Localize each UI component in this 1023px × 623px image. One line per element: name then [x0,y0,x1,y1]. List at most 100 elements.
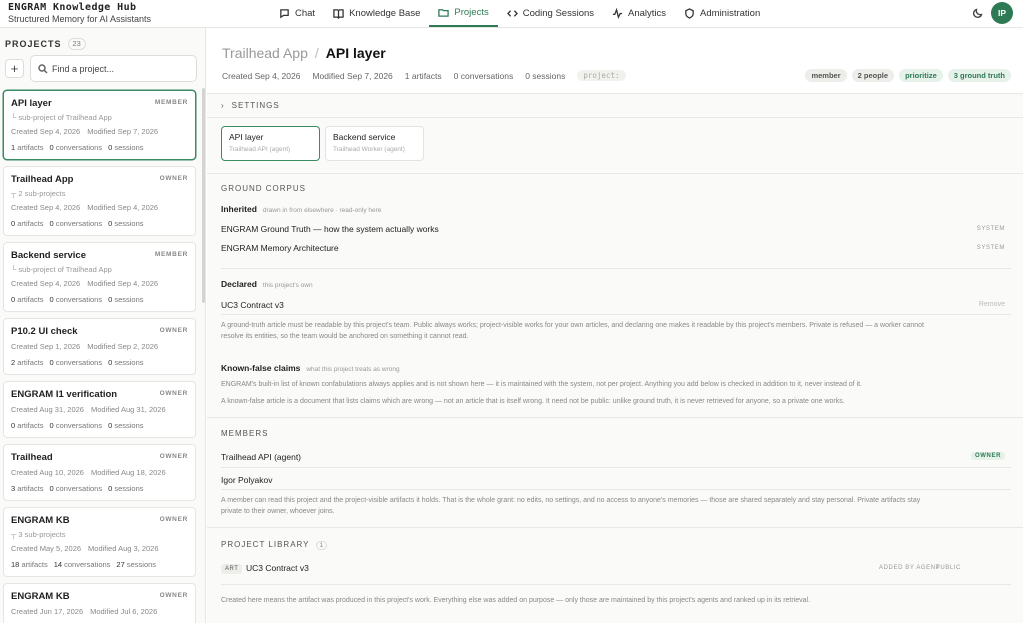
created-date: Created Aug 31, 2026 [11,405,84,414]
settings-label: SETTINGS [231,101,280,110]
artifacts-label: artifacts [21,560,48,569]
source-badge: SYSTEM [976,226,1005,232]
project-card[interactable]: API layer MEMBER └ sub-project of Trailh… [3,90,196,160]
ground-truth-explainer: A ground-truth article must be readable … [221,320,1011,342]
project-card[interactable]: Trailhead OWNER Created Aug 10, 2026 Modi… [3,444,196,501]
visibility-label: PUBLIC [935,565,961,571]
library-count-badge: 1 [315,541,328,550]
nav-label: Projects [454,7,489,18]
conversations-count: 0 [49,219,54,228]
created-date: Created May 5, 2026 [11,544,82,553]
remove-button[interactable]: Remove [979,301,1005,308]
source-badge: SYSTEM [976,245,1005,251]
projects-sidebar: PROJECTS 23 + API layer MEMBER └ sub-pro… [0,28,206,623]
modified-date: Modified Jul 6, 2026 [90,607,158,616]
sessions-count: 27 [116,560,125,569]
project-stats: 18 artifacts 14 conversations 27 sessions [11,559,188,576]
project-stats: 3 artifacts 0 conversations 0 sessions [11,483,188,500]
add-project-button[interactable]: + [5,59,24,78]
settings-toggle[interactable]: › SETTINGS [221,101,280,110]
explainer-line: A member can read this project and the p… [221,497,921,504]
subproject-agent: Trailhead API (agent) [229,146,291,153]
project-dates: Created Jun 17, 2026 Modified Jul 6, 2026 [11,606,188,617]
modified-date: Modified Sep 7, 2026 [312,70,393,81]
project-card[interactable]: ENGRAM KB OWNER ┬ 3 sub-projects Created… [3,507,196,577]
sessions-label: sessions [114,219,144,228]
brand[interactable]: ENGRAM Knowledge Hub Structured Memory f… [8,2,151,25]
artifacts-count: 1 [11,143,16,152]
theme-toggle[interactable] [972,7,984,19]
nav-label: Administration [700,8,761,19]
conversations-count: 0 [49,484,54,493]
nav-chat[interactable]: Chat [270,0,324,27]
brand-title: ENGRAM Knowledge Hub [8,2,137,13]
project-card[interactable]: Backend service MEMBER └ sub-project of … [3,242,196,312]
project-list: API layer MEMBER └ sub-project of Trailh… [3,90,196,623]
declared-heading: Declared this project's own [221,279,313,289]
sessions-count: 0 [108,358,113,367]
subproject-name: Backend service [333,132,396,142]
search-icon [38,64,48,74]
conversations-label: conversations [64,560,111,569]
project-relation: └ sub-project of Trailhead App [11,113,112,122]
nav-analytics[interactable]: Analytics [603,0,675,27]
breadcrumb-parent[interactable]: Trailhead App [222,45,308,61]
artifacts-count: 18 [11,560,20,569]
code-icon [506,10,518,17]
divider [207,173,1023,174]
inherited-item[interactable]: ENGRAM Memory Architecture [221,243,339,253]
project-count-badge: 23 [67,38,86,50]
role-badge: OWNER [159,453,188,460]
member-row[interactable]: Igor Polyakov [221,475,273,485]
subproject-name: API layer [229,132,264,142]
known-false-label: Known-false claims [221,363,301,373]
search-input[interactable] [52,61,192,77]
project-card[interactable]: P10.2 UI check OWNER Created Sep 1, 2026… [3,318,196,375]
project-card[interactable]: ENGRAM I1 verification OWNER Created Aug… [3,381,196,438]
nav-administration[interactable]: Administration [675,0,769,27]
ground-truth-tag: 3 ground truth [947,69,1011,82]
nav-knowledge-base[interactable]: Knowledge Base [324,0,429,27]
shield-icon [685,8,694,19]
project-detail: Trailhead App / API layer Created Sep 4,… [207,28,1023,623]
subproject-tab-backend-service[interactable]: Backend service Trailhead Worker (agent) [325,126,424,161]
role-badge: MEMBER [154,99,188,106]
library-item[interactable]: UC3 Contract v3 [246,563,309,573]
avatar[interactable]: IP [991,2,1013,24]
inherited-item[interactable]: ENGRAM Ground Truth — how the system act… [221,224,439,234]
nav-coding-sessions[interactable]: Coding Sessions [498,0,603,27]
artifacts-count: 1 artifacts [404,70,442,81]
project-tags: member 2 people prioritize 3 ground trut… [805,69,1011,82]
project-card[interactable]: Trailhead App OWNER ┬ 2 sub-projects Cre… [3,166,196,236]
role-badge: MEMBER [154,251,188,258]
sessions-count: 0 sessions [525,70,566,81]
project-stats: 0 artifacts 0 conversations 0 sessions [11,294,188,311]
declared-item[interactable]: UC3 Contract v3 [221,300,284,310]
top-bar: ENGRAM Knowledge Hub Structured Memory f… [0,0,1023,28]
chevron-right-icon: › [221,101,225,110]
conversations-count: 0 conversations [453,70,514,81]
sessions-count: 0 [108,143,113,152]
added-by-label: ADDED BY AGENT [879,565,940,571]
explainer-line: resolve its entities, so the team would … [221,333,469,340]
project-code-chip[interactable]: project: [577,70,626,81]
artifacts-label: artifacts [17,421,44,430]
conversations-label: conversations [55,295,103,304]
project-stats: 0 artifacts 0 conversations 0 sessions [11,420,188,437]
project-card[interactable]: ENGRAM KB OWNER Created Jun 17, 2026 Modi… [3,583,196,623]
project-relation: ┬ 2 sub-projects [11,189,66,198]
inherited-note: drawn in from elsewhere · read-only here [262,207,382,214]
brand-subtitle: Structured Memory for AI Assistants [8,14,152,24]
sessions-count: 0 [108,484,113,493]
declared-note: this project's own [262,282,313,289]
nav-projects[interactable]: Projects [429,0,498,27]
explainer-line: private to their owner, whoever joins. [221,508,335,515]
chat-icon [280,9,289,19]
project-dates: Created Sep 4, 2026 Modified Sep 4, 2026 [11,202,188,213]
sidebar-scrollbar[interactable] [202,88,205,303]
sessions-label: sessions [114,421,144,430]
project-relation: ┬ 3 sub-projects [11,530,66,539]
conversations-count: 0 [49,358,54,367]
subproject-tab-api-layer[interactable]: API layer Trailhead API (agent) [221,126,320,161]
member-row[interactable]: Trailhead API (agent) [221,452,301,462]
